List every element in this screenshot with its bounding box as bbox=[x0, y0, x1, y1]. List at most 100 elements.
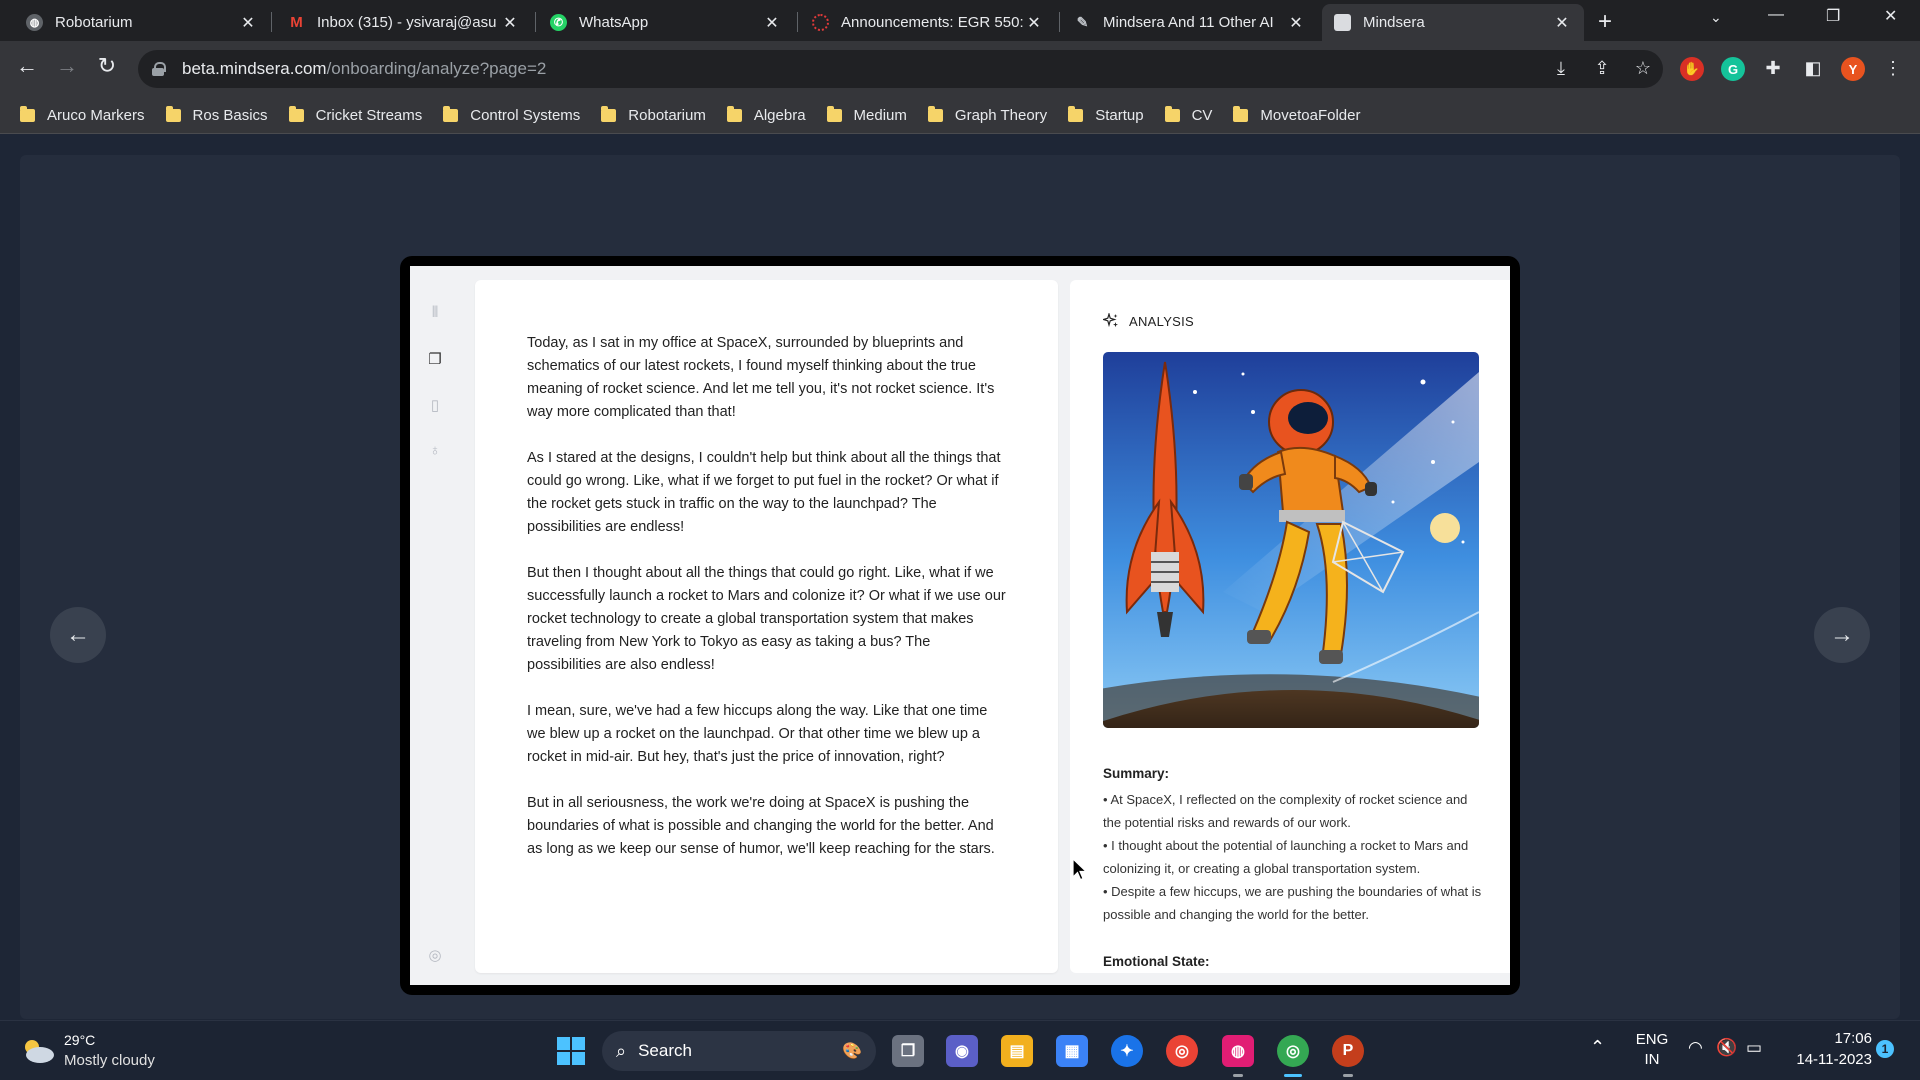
battery-icon[interactable]: ▭ bbox=[1746, 1038, 1762, 1058]
previous-page-button[interactable]: ← bbox=[50, 607, 106, 663]
grammarly-extension-icon[interactable]: G bbox=[1721, 57, 1745, 81]
new-tab-button[interactable]: + bbox=[1598, 8, 1612, 36]
user-icon[interactable]: ◎ bbox=[426, 946, 444, 964]
language-indicator[interactable]: ENG bbox=[1632, 1031, 1672, 1048]
notification-badge[interactable]: 1 bbox=[1876, 1040, 1894, 1058]
copy-icon[interactable]: ❐ bbox=[426, 350, 444, 368]
close-tab-icon[interactable]: ✕ bbox=[238, 13, 258, 33]
url-path: /onboarding/analyze?page=2 bbox=[326, 59, 547, 78]
bookmark-folder[interactable]: Algebra bbox=[726, 106, 806, 124]
bookmark-folder[interactable]: Aruco Markers bbox=[20, 106, 145, 124]
audio-wave-icon[interactable]: ⦀ bbox=[426, 304, 444, 322]
bookmark-label: Robotarium bbox=[628, 107, 706, 124]
taskbar-search[interactable]: ⌕ Search 🎨 bbox=[602, 1031, 876, 1071]
address-bar[interactable]: beta.mindsera.com/onboarding/analyze?pag… bbox=[138, 50, 1663, 88]
whatsapp-icon: ✆ bbox=[550, 14, 567, 31]
search-highlight-icon: 🎨 bbox=[842, 1043, 862, 1060]
share-icon[interactable]: ⇪ bbox=[1590, 58, 1614, 79]
volume-muted-icon[interactable]: 🔇 bbox=[1716, 1038, 1737, 1058]
install-app-icon[interactable]: ⤓ bbox=[1549, 58, 1573, 79]
task-view-icon[interactable]: ❐ bbox=[892, 1035, 924, 1067]
weather-cloud-icon[interactable] bbox=[20, 1037, 56, 1065]
bookmark-folder[interactable]: Startup bbox=[1068, 106, 1144, 124]
close-tab-icon[interactable]: ✕ bbox=[1024, 13, 1044, 33]
show-hidden-icons-icon[interactable]: ⌃ bbox=[1590, 1037, 1605, 1058]
microsoft-store-icon[interactable]: ▦ bbox=[1056, 1035, 1088, 1067]
extensions-puzzle-icon[interactable]: ✚ bbox=[1761, 58, 1785, 79]
bookmark-folder[interactable]: MovetoaFolder bbox=[1233, 106, 1360, 124]
tab-mindsera[interactable]: Mindsera ✕ bbox=[1322, 4, 1584, 41]
lock-icon[interactable] bbox=[152, 62, 166, 76]
folder-icon bbox=[288, 106, 304, 122]
profile-avatar[interactable]: Y bbox=[1841, 57, 1865, 81]
forward-button[interactable]: → bbox=[52, 53, 82, 79]
journal-paragraph: Today, as I sat in my office at SpaceX, … bbox=[527, 335, 995, 420]
bookmark-label: Cricket Streams bbox=[315, 107, 423, 124]
summary-item: • I thought about the potential of launc… bbox=[1103, 838, 1469, 876]
menu-kebab-icon[interactable]: ⋮ bbox=[1881, 58, 1905, 79]
file-explorer-icon[interactable]: ▤ bbox=[1001, 1035, 1033, 1067]
mouse-cursor-icon bbox=[1072, 858, 1088, 881]
tab-gmail[interactable]: M Inbox (315) - ysivaraj@asu ✕ bbox=[276, 4, 532, 41]
search-icon: ⌕ bbox=[616, 1040, 627, 1061]
teams-chat-icon[interactable]: ◉ bbox=[946, 1035, 978, 1067]
emotional-state-title: Emotional State: bbox=[1103, 954, 1210, 969]
powerpoint-icon[interactable]: P bbox=[1332, 1035, 1364, 1067]
close-tab-icon[interactable]: ✕ bbox=[1552, 13, 1572, 33]
folder-icon bbox=[1068, 106, 1084, 122]
bookmark-star-icon[interactable]: ☆ bbox=[1631, 58, 1655, 79]
clock-date[interactable]: 14-11-2023 bbox=[1782, 1051, 1872, 1068]
bookmark-folder[interactable]: Medium bbox=[826, 106, 907, 124]
close-tab-icon[interactable]: ✕ bbox=[762, 13, 782, 33]
bookmark-folder[interactable]: Ros Basics bbox=[165, 106, 268, 124]
windows-start-icon[interactable] bbox=[556, 1036, 586, 1066]
gmail-icon: M bbox=[290, 14, 303, 31]
restore-button[interactable]: ❐ bbox=[1826, 6, 1840, 26]
back-button[interactable]: ← bbox=[12, 53, 42, 79]
next-page-button[interactable]: → bbox=[1814, 607, 1870, 663]
tab-title: Mindsera And 11 Other AI bbox=[1103, 14, 1274, 31]
region-indicator[interactable]: IN bbox=[1632, 1051, 1672, 1068]
tab-mindsera-article[interactable]: ✎ Mindsera And 11 Other AI ✕ bbox=[1062, 4, 1318, 41]
mindsera-icon bbox=[1334, 14, 1351, 31]
bookmark-folder[interactable]: Graph Theory bbox=[927, 106, 1047, 124]
compass-app-icon[interactable]: ✦ bbox=[1111, 1035, 1143, 1067]
close-tab-icon[interactable]: ✕ bbox=[500, 13, 520, 33]
tab-title: Mindsera bbox=[1363, 14, 1425, 31]
analysis-header: ANALYSIS bbox=[1103, 313, 1194, 329]
tab-search-icon[interactable]: ⌄ bbox=[1710, 9, 1722, 26]
wifi-icon[interactable]: ◠ bbox=[1688, 1038, 1703, 1058]
folder-icon bbox=[826, 106, 842, 122]
tab-whatsapp[interactable]: ✆ WhatsApp ✕ bbox=[538, 4, 794, 41]
app-screen: ⦀ ❐ ▯ ♁ ◎ Today, as I sat in my office a… bbox=[410, 266, 1510, 985]
lightbulb-icon[interactable]: ♁ bbox=[426, 442, 444, 460]
close-tab-icon[interactable]: ✕ bbox=[1286, 13, 1306, 33]
book-icon[interactable]: ▯ bbox=[426, 396, 444, 414]
minimize-button[interactable]: — bbox=[1768, 6, 1784, 24]
journal-entry-card: Today, as I sat in my office at SpaceX, … bbox=[475, 280, 1058, 973]
journal-entry-text[interactable]: Today, as I sat in my office at SpaceX, … bbox=[527, 332, 1007, 884]
tab-separator bbox=[535, 12, 536, 32]
tab-robotarium[interactable]: ◍ Robotarium ✕ bbox=[14, 4, 270, 41]
preview-frame: ⦀ ❐ ▯ ♁ ◎ Today, as I sat in my office a… bbox=[400, 256, 1520, 995]
chrome-icon[interactable]: ◎ bbox=[1166, 1035, 1198, 1067]
bookmark-folder[interactable]: Cricket Streams bbox=[288, 106, 423, 124]
instagram-icon[interactable]: ◍ bbox=[1222, 1035, 1254, 1067]
bookmark-folder[interactable]: CV bbox=[1164, 106, 1212, 124]
chrome-profile-icon[interactable]: ◎ bbox=[1277, 1035, 1309, 1067]
adblock-extension-icon[interactable]: ✋ bbox=[1680, 57, 1704, 81]
summary-item: • Despite a few hiccups, we are pushing … bbox=[1103, 884, 1482, 922]
bookmark-folder[interactable]: Control Systems bbox=[443, 106, 580, 124]
reload-button[interactable]: ↻ bbox=[92, 53, 122, 79]
bookmark-folder[interactable]: Robotarium bbox=[601, 106, 706, 124]
clock-time[interactable]: 17:06 bbox=[1782, 1030, 1872, 1047]
tab-canvas[interactable]: Announcements: EGR 550: ✕ bbox=[800, 4, 1056, 41]
side-panel-icon[interactable]: ◧ bbox=[1801, 58, 1825, 79]
close-window-button[interactable]: ✕ bbox=[1884, 6, 1897, 26]
weather-temperature[interactable]: 29°C bbox=[64, 1032, 95, 1048]
folder-icon bbox=[443, 106, 459, 122]
browser-toolbar: ← → ↻ beta.mindsera.com/onboarding/analy… bbox=[0, 41, 1920, 98]
url-domain: beta.mindsera.com bbox=[182, 59, 327, 78]
folder-icon bbox=[726, 106, 742, 122]
weather-description[interactable]: Mostly cloudy bbox=[64, 1052, 155, 1069]
